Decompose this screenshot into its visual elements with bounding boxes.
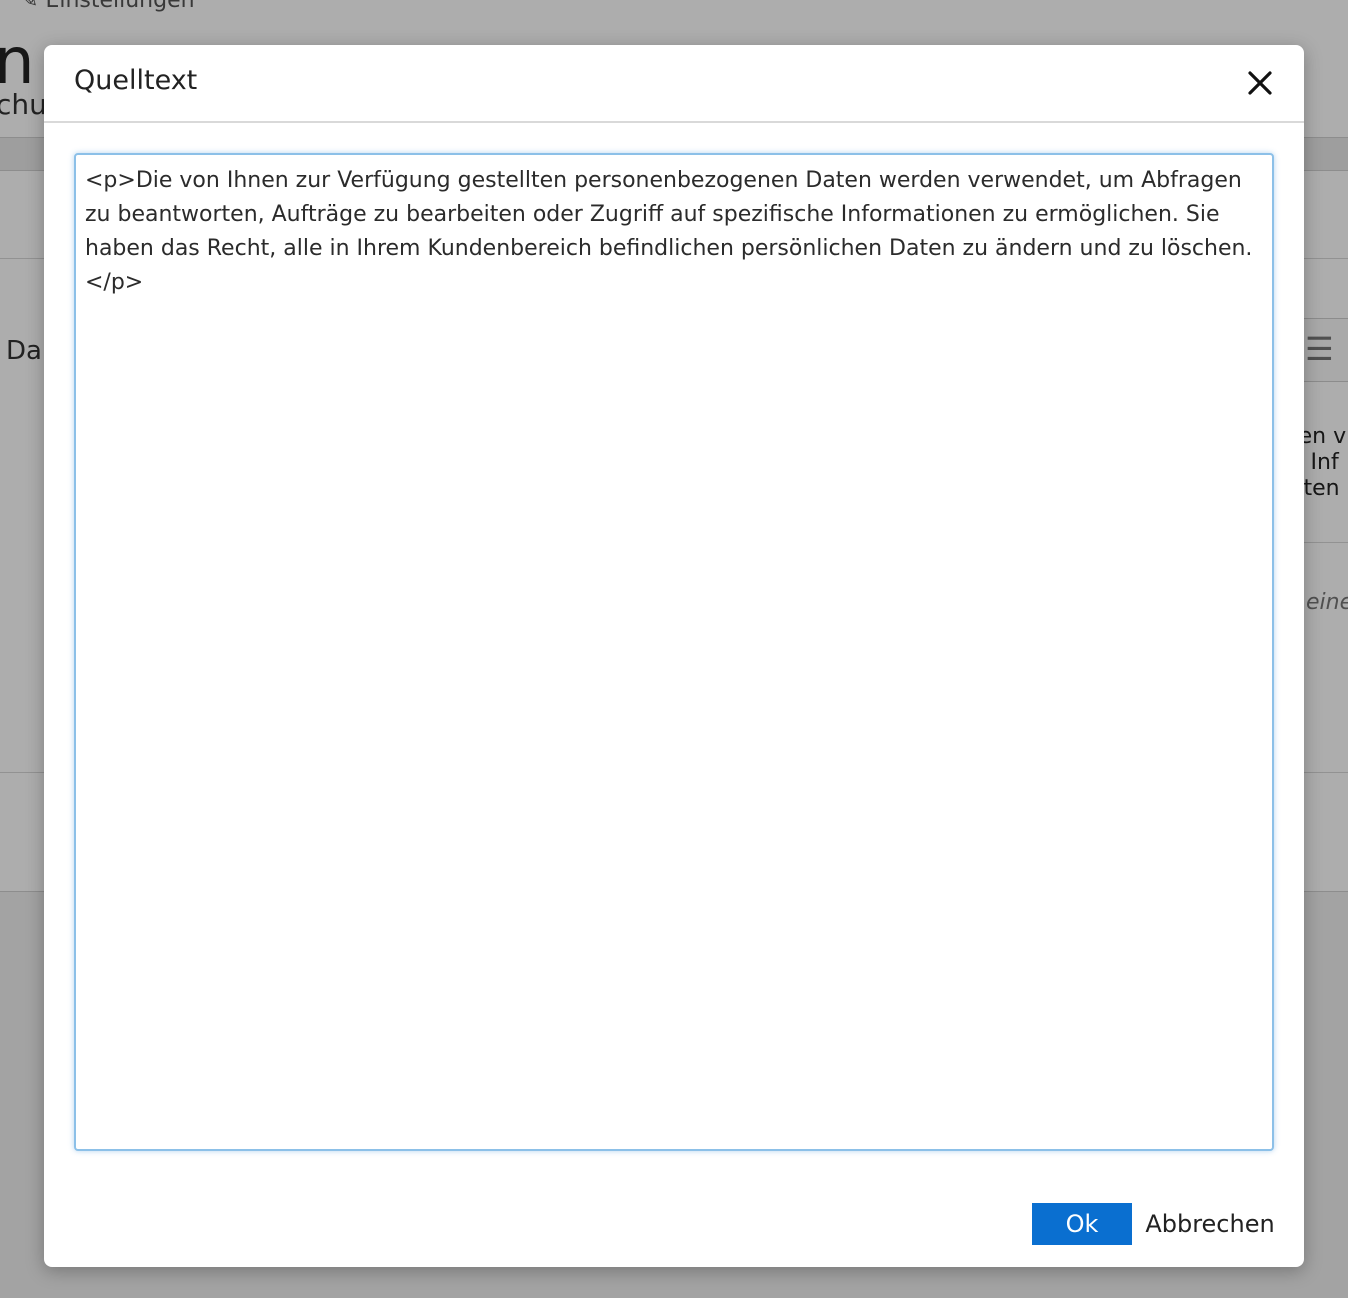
source-code-dialog: Quelltext <p>Die von Ihnen zur Verfügung… [44,45,1304,1267]
close-icon [1248,71,1272,95]
ok-button[interactable]: Ok [1032,1203,1132,1245]
close-button[interactable] [1242,65,1278,101]
dialog-header: Quelltext [44,45,1304,123]
cancel-button[interactable]: Abbrechen [1144,1203,1276,1245]
dialog-title: Quelltext [74,65,198,96]
source-code-textarea[interactable]: <p>Die von Ihnen zur Verfügung gestellte… [74,153,1274,1151]
